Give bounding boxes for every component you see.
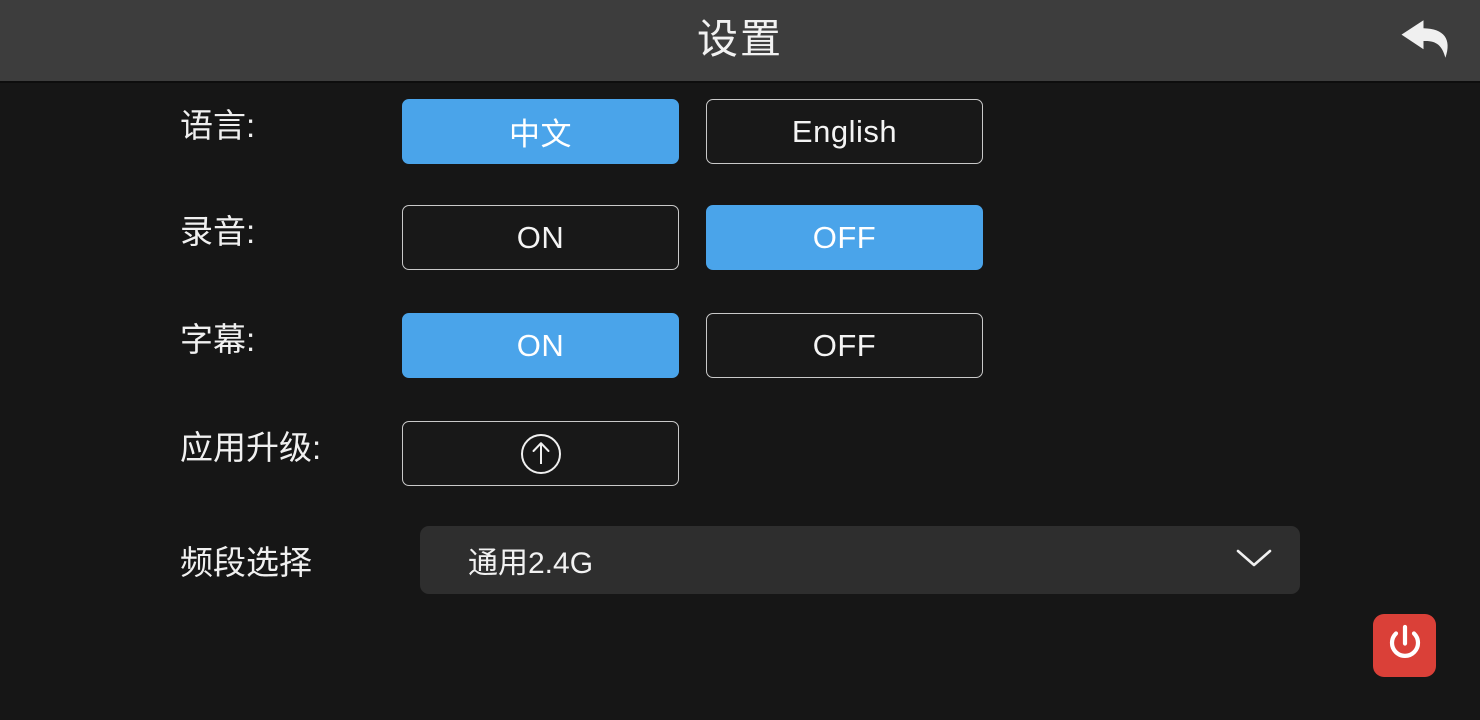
upload-circle-arrow-icon — [519, 432, 563, 476]
recording-option-on[interactable]: ON — [402, 205, 679, 270]
language-option-chinese[interactable]: 中文 — [402, 99, 679, 164]
label-band-select: 频段选择 — [180, 544, 312, 581]
recording-option-off[interactable]: OFF — [706, 205, 983, 270]
back-arrow-icon[interactable] — [1392, 8, 1462, 72]
title-bar: 设置 — [0, 0, 1480, 83]
row-recording: 录音: ON OFF — [0, 192, 1480, 272]
row-subtitle: 字幕: ON OFF — [0, 300, 1480, 380]
label-app-upgrade: 应用升级: — [180, 429, 322, 466]
settings-screen: 设置 语言: 中文 English 录音: ON OFF 字幕: ON OFF … — [0, 0, 1480, 720]
language-option-english[interactable]: English — [706, 99, 983, 164]
row-band-select: 频段选择 通用2.4G — [0, 518, 1480, 608]
subtitle-option-off[interactable]: OFF — [706, 313, 983, 378]
chevron-down-icon — [1232, 545, 1276, 576]
power-icon — [1384, 623, 1426, 668]
label-language: 语言: — [180, 107, 256, 144]
label-subtitle: 字幕: — [180, 321, 256, 358]
label-recording: 录音: — [180, 213, 256, 250]
row-language: 语言: 中文 English — [0, 86, 1480, 166]
band-select-dropdown[interactable]: 通用2.4G — [420, 526, 1300, 594]
band-select-value: 通用2.4G — [468, 547, 594, 580]
page-title: 设置 — [697, 16, 783, 62]
subtitle-option-on[interactable]: ON — [402, 313, 679, 378]
app-upgrade-button[interactable] — [402, 421, 679, 486]
row-app-upgrade: 应用升级: — [0, 408, 1480, 488]
power-button[interactable] — [1373, 614, 1436, 677]
